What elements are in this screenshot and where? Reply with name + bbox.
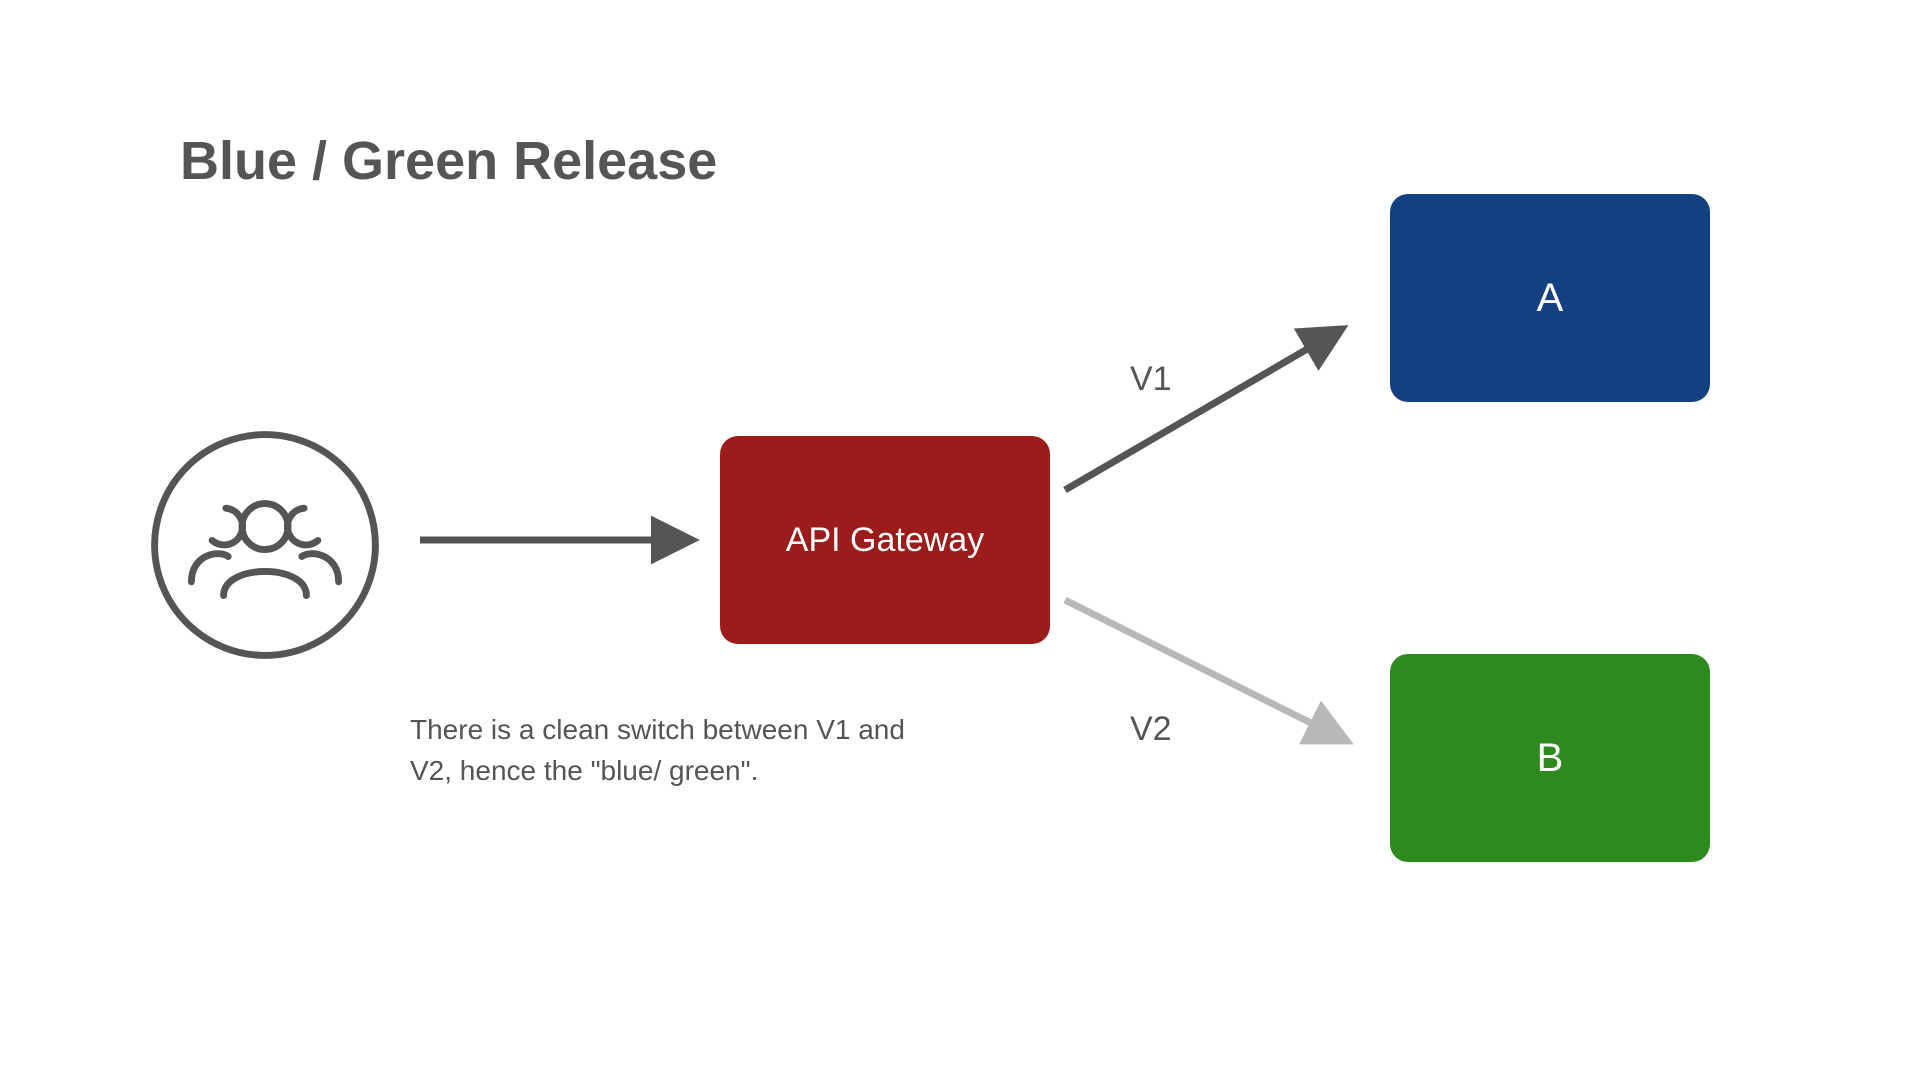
diagram-caption: There is a clean switch between V1 and V… (410, 710, 930, 791)
users-icon (150, 430, 380, 660)
v2-label: V2 (1130, 710, 1172, 749)
service-a-label: A (1537, 276, 1564, 321)
v1-label: V1 (1130, 360, 1172, 399)
arrow-gateway-to-b (1065, 600, 1345, 740)
diagram-title: Blue / Green Release (180, 130, 717, 192)
service-a-box: A (1390, 194, 1710, 402)
api-gateway-label: API Gateway (786, 521, 984, 560)
api-gateway-box: API Gateway (720, 436, 1050, 644)
service-b-label: B (1537, 736, 1564, 781)
service-b-box: B (1390, 654, 1710, 862)
arrow-gateway-to-a (1065, 330, 1340, 490)
